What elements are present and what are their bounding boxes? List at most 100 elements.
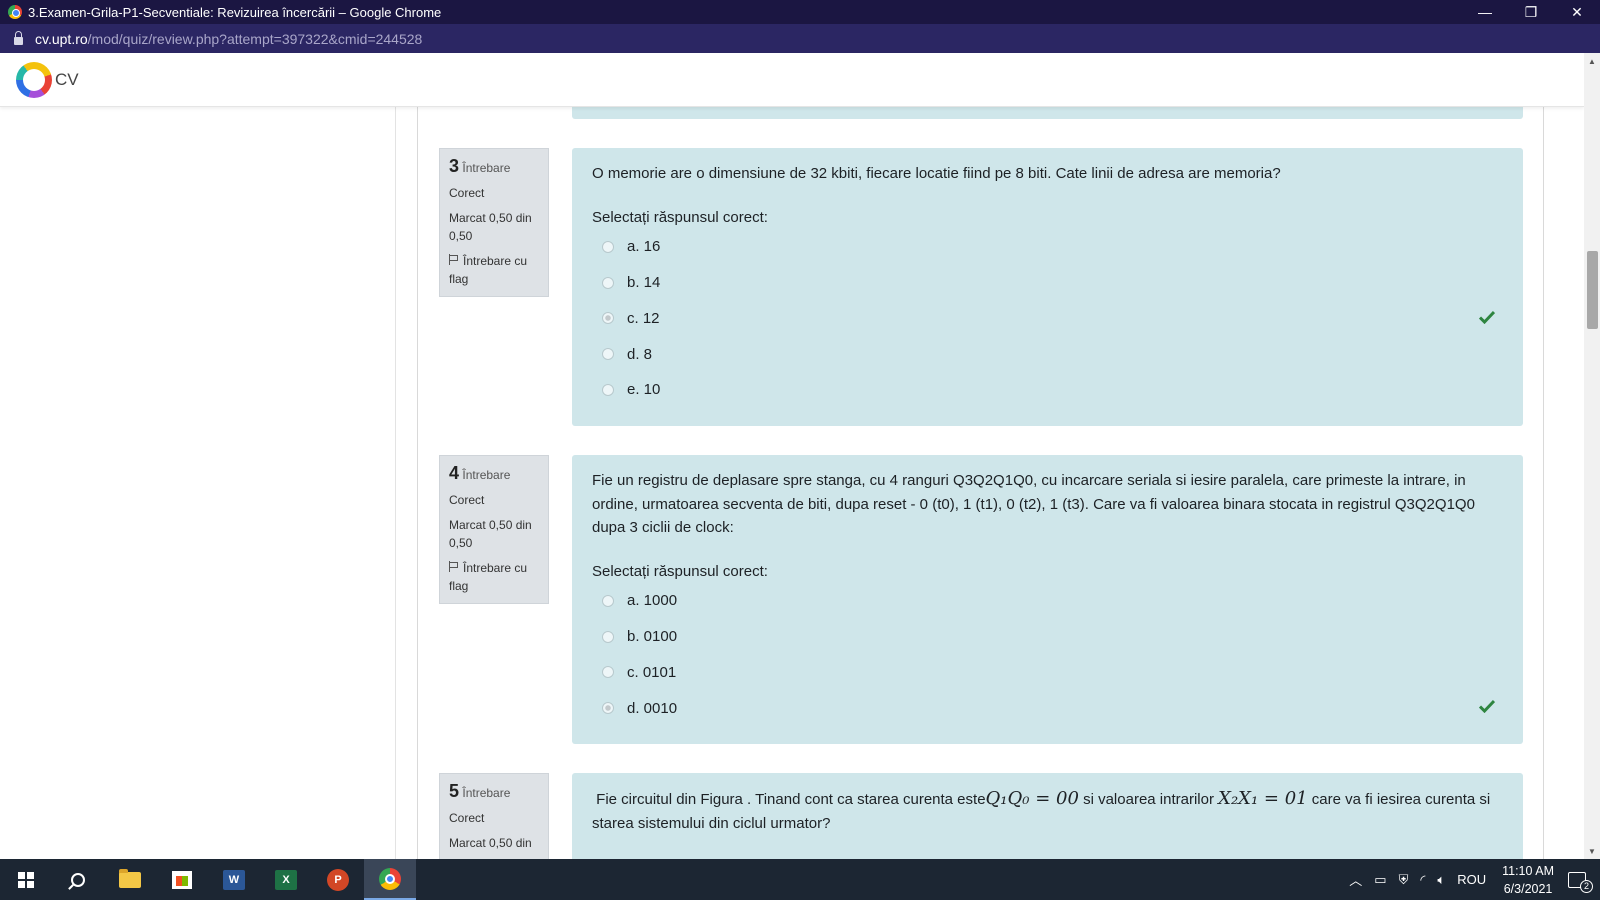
math-expression: X₂X₁ = 01 (1218, 788, 1308, 809)
answer-label: d. 8 (627, 345, 653, 363)
answer-radio[interactable] (602, 666, 614, 679)
question-text-part2: si valoarea intrarilor (1078, 791, 1219, 808)
answer-prompt: Selectați răspunsul corect: (592, 562, 768, 580)
speaker-icon[interactable]: 🔈︎ (1437, 872, 1445, 888)
answer-option[interactable]: b. 0100 (592, 619, 1503, 655)
maximize-button[interactable]: ❐ (1508, 0, 1554, 24)
scroll-up-arrow-icon[interactable]: ▲ (1584, 53, 1600, 69)
flag-question-link[interactable]: Întrebare cu flag (449, 252, 539, 288)
taskbar-file-explorer[interactable] (104, 859, 156, 900)
answer-label: a. 16 (627, 238, 661, 256)
answer-option[interactable]: d. 8 (592, 336, 1503, 372)
answer-option[interactable]: d. 0010 (592, 690, 1503, 726)
clock-time: 11:10 AM (1502, 863, 1554, 878)
lock-icon[interactable] (14, 30, 23, 45)
taskbar-store[interactable] (156, 859, 208, 900)
answer-option[interactable]: a. 1000 (592, 583, 1503, 619)
battery-icon[interactable]: ▭ (1374, 872, 1386, 888)
question-info-3: 3 Întrebare Corect Marcat 0,50 din 0,50 … (439, 148, 549, 297)
question-text: Fie circuitul din Figura . Tinand cont c… (592, 787, 1503, 835)
answer-list: a. 1000 b. 0100 c. 0101 d. 0010 (592, 583, 1503, 726)
answer-prompt: Selectați răspunsul corect: (592, 208, 768, 226)
question-content-3: O memorie are o dimensiune de 32 kbiti, … (572, 148, 1523, 426)
flag-icon (449, 561, 459, 572)
taskbar-chrome[interactable] (364, 859, 416, 900)
answer-radio-selected[interactable] (602, 312, 614, 325)
answer-label: d. 0010 (627, 699, 678, 717)
chevron-up-icon[interactable]: ︿ (1349, 870, 1362, 889)
taskbar-word[interactable]: W (208, 859, 260, 900)
answer-radio[interactable] (602, 630, 614, 643)
url-path: /mod/quiz/review.php?attempt=397322&cmid… (87, 30, 423, 47)
question-status: Corect (449, 811, 485, 825)
window-titlebar: 3.Examen-Grila-P1-Secventiale: Revizuire… (0, 0, 1600, 24)
url-text[interactable]: cv.upt.ro/mod/quiz/review.php?attempt=39… (35, 31, 422, 47)
notification-center-icon[interactable]: 2 (1568, 871, 1593, 893)
answer-label: c. 0101 (627, 663, 677, 681)
search-icon (71, 872, 85, 887)
correct-check-icon (1479, 310, 1495, 324)
address-bar[interactable]: cv.upt.ro/mod/quiz/review.php?attempt=39… (0, 24, 1600, 53)
answer-option[interactable]: e. 10 (592, 372, 1503, 408)
answer-option[interactable]: c. 0101 (592, 655, 1503, 691)
question-number: 3 (449, 156, 460, 176)
question-word: Întrebare (462, 161, 511, 175)
answer-radio[interactable] (602, 240, 614, 253)
answer-label: b. 0100 (627, 627, 678, 645)
taskbar-powerpoint[interactable]: P (312, 859, 364, 900)
answer-option[interactable]: c. 12 (592, 301, 1503, 337)
close-button[interactable]: ✕ (1554, 0, 1600, 24)
answer-radio[interactable] (602, 594, 614, 607)
question-number: 4 (449, 463, 460, 483)
answer-label: b. 14 (627, 273, 661, 291)
flag-icon (449, 254, 459, 265)
security-shield-icon[interactable]: ⛨ (1399, 872, 1409, 888)
clock-date: 6/3/2021 (1503, 881, 1553, 896)
clock[interactable]: 11:10 AM 6/3/2021 (1502, 862, 1554, 898)
left-drawer (0, 107, 396, 859)
start-button[interactable] (0, 859, 52, 900)
question-mark: Marcat 0,50 din 0,50 (449, 518, 532, 550)
taskbar-search-button[interactable] (52, 859, 104, 900)
wifi-icon[interactable]: ◜ (1420, 872, 1425, 888)
flag-label: Întrebare cu flag (449, 561, 528, 593)
answer-option[interactable]: b. 14 (592, 265, 1503, 301)
question-number: 5 (449, 781, 460, 801)
correct-check-icon (1479, 700, 1495, 714)
answer-radio-selected[interactable] (602, 702, 614, 715)
question-text: O memorie are o dimensiune de 32 kbiti, … (592, 165, 1281, 182)
flag-label: Întrebare cu flag (449, 254, 528, 286)
scroll-thumb[interactable] (1587, 251, 1598, 329)
excel-icon: X (275, 869, 297, 890)
site-logo-text[interactable]: CV (55, 70, 79, 90)
answer-radio[interactable] (602, 348, 614, 361)
chrome-icon (379, 867, 401, 890)
system-tray: ︿ ▭ ⛨ ◜ 🔈︎ ROU 11:10 AM 6/3/2021 2 (1343, 859, 1600, 900)
taskbar-excel[interactable]: X (260, 859, 312, 900)
answer-label: c. 12 (627, 309, 660, 327)
page-scrollbar[interactable]: ▲ ▼ (1584, 53, 1600, 859)
site-logo-icon[interactable] (16, 61, 52, 98)
minimize-button[interactable]: — (1462, 0, 1508, 24)
scroll-down-arrow-icon[interactable]: ▼ (1584, 843, 1600, 859)
answer-label: e. 10 (627, 381, 661, 399)
answer-list: a. 16 b. 14 c. 12 d. 8 e. 10 (592, 229, 1503, 408)
chrome-icon (8, 5, 22, 19)
window-title: 3.Examen-Grila-P1-Secventiale: Revizuire… (28, 4, 442, 20)
url-domain: cv.upt.ro (35, 30, 88, 47)
question-info-4: 4 Întrebare Corect Marcat 0,50 din 0,50 … (439, 455, 549, 604)
answer-radio[interactable] (602, 384, 614, 397)
notification-count: 2 (1580, 879, 1593, 893)
answer-option[interactable]: a. 16 (592, 229, 1503, 265)
question-text-part1: Fie circuitul din Figura . Tinand cont c… (596, 791, 986, 808)
store-icon (172, 870, 192, 889)
question-word: Întrebare (462, 786, 511, 800)
flag-question-link[interactable]: Întrebare cu flag (449, 559, 539, 595)
question-content-4: Fie un registru de deplasare spre stanga… (572, 455, 1523, 744)
answer-radio[interactable] (602, 276, 614, 289)
question-info-5: 5 Întrebare Corect Marcat 0,50 din (439, 773, 549, 859)
language-indicator[interactable]: ROU (1457, 872, 1486, 887)
powerpoint-icon: P (327, 868, 349, 891)
question-mark: Marcat 0,50 din (449, 836, 532, 850)
question-status: Corect (449, 186, 485, 200)
